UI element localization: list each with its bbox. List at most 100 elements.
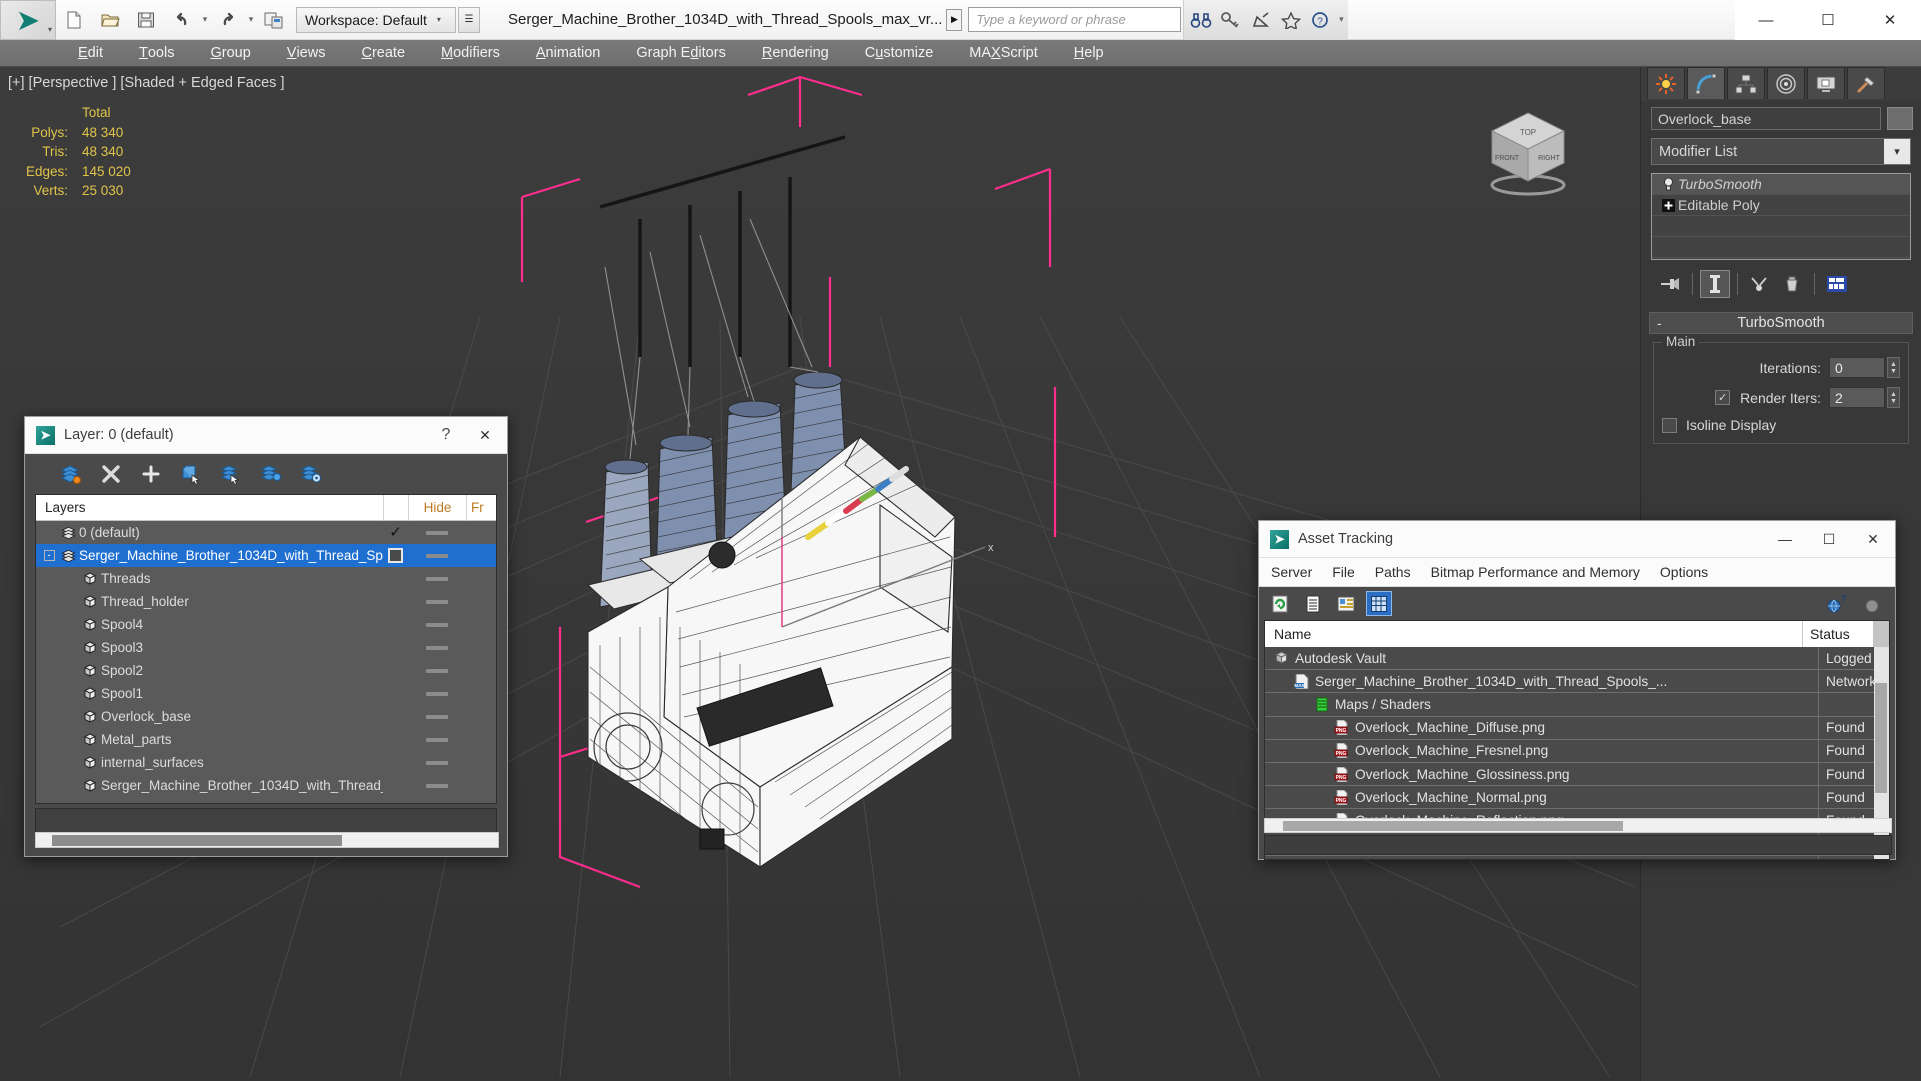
open-file-button[interactable]	[92, 0, 128, 40]
menu-item-edit[interactable]: Edit	[60, 40, 121, 67]
column-header-layers[interactable]: Layers	[36, 500, 383, 515]
asset-close-button[interactable]: ✕	[1851, 521, 1895, 558]
asset-row[interactable]: Autodesk Vault Logged O	[1265, 647, 1889, 671]
menu-item-tools[interactable]: Tools	[121, 40, 192, 67]
layer-grid[interactable]: Layers Hide Fr 0 (default) ✓ - Serger_Machi…	[35, 494, 497, 804]
modifier-stack-item-turbosmooth[interactable]: TurboSmooth	[1652, 174, 1910, 195]
asset-row[interactable]: PNG Overlock_Machine_Fresnel.png Found	[1265, 739, 1889, 763]
viewport-label[interactable]: [+] [Perspective ] [Shaded + Edged Faces…	[8, 75, 284, 91]
render-iters-spinner[interactable]: ▲ ▼	[1887, 387, 1900, 408]
refresh-icon[interactable]	[1267, 591, 1293, 616]
column-header-name[interactable]: Name	[1265, 621, 1803, 647]
add-selection-layer-icon[interactable]	[259, 461, 283, 487]
set-project-folder-button[interactable]	[256, 0, 292, 40]
undo-dropdown-arrow-icon[interactable]: ▾	[200, 0, 210, 40]
utilities-tab[interactable]	[1847, 67, 1885, 99]
highlight-layer-icon[interactable]	[219, 461, 243, 487]
key-icon[interactable]	[1216, 2, 1246, 38]
help-globe-icon[interactable]: ?	[1823, 591, 1849, 616]
scrollbar-thumb[interactable]	[52, 835, 342, 846]
asset-menu-item-server[interactable]: Server	[1259, 558, 1322, 587]
render-iters-checkbox[interactable]: ✓	[1715, 390, 1731, 405]
column-header-status[interactable]: Status	[1803, 621, 1873, 647]
menu-item-create[interactable]: Create	[343, 40, 423, 67]
configure-modifier-sets-button[interactable]	[1822, 270, 1852, 298]
workspace-menu-button[interactable]: ☰	[458, 6, 480, 33]
object-color-swatch[interactable]	[1887, 107, 1913, 130]
help-question-icon[interactable]: ?	[1861, 591, 1887, 616]
modifier-stack[interactable]: TurboSmooth Editable Poly	[1651, 173, 1911, 260]
modifier-stack-item-editablepoly[interactable]: Editable Poly	[1652, 195, 1910, 216]
layer-hide-cell[interactable]	[408, 530, 466, 535]
layer-hide-cell[interactable]	[408, 760, 466, 765]
star-icon[interactable]	[1276, 2, 1306, 38]
select-objects-layer-icon[interactable]	[179, 461, 203, 487]
object-name-field[interactable]: Overlock_base	[1651, 107, 1881, 130]
menu-item-rendering[interactable]: Rendering	[744, 40, 847, 67]
hierarchy-tab[interactable]	[1727, 67, 1765, 99]
workspace-selector[interactable]: Workspace: Default ▾	[296, 6, 456, 33]
layer-settings-icon[interactable]	[299, 461, 323, 487]
expand-collapse-icon[interactable]: -	[41, 550, 57, 561]
rollout-header[interactable]: - TurboSmooth	[1649, 312, 1913, 334]
layer-dialog-close-button[interactable]: ✕	[463, 417, 507, 454]
asset-minimize-button[interactable]: —	[1763, 521, 1807, 558]
layer-hide-cell[interactable]	[408, 576, 466, 581]
layer-hide-cell[interactable]	[408, 645, 466, 650]
iterations-field[interactable]: 0	[1829, 357, 1885, 378]
satellite-dish-icon[interactable]	[1246, 2, 1276, 38]
detail-view-icon[interactable]	[1333, 591, 1359, 616]
asset-row[interactable]: PNG Overlock_Machine_Glossiness.png Found	[1265, 762, 1889, 787]
maximize-button[interactable]: ☐	[1797, 0, 1859, 40]
layer-hide-cell[interactable]	[408, 714, 466, 719]
layer-row[interactable]: Metal_parts	[36, 728, 496, 751]
layer-row[interactable]: Spool2	[36, 659, 496, 682]
redo-dropdown-arrow-icon[interactable]: ▾	[246, 0, 256, 40]
binoculars-icon[interactable]	[1186, 2, 1216, 38]
layer-dialog-help-button[interactable]: ?	[429, 417, 463, 454]
layer-row[interactable]: Spool3	[36, 636, 496, 659]
layer-hide-cell[interactable]	[408, 599, 466, 604]
asset-menu-item-paths[interactable]: Paths	[1365, 558, 1421, 587]
modifier-list-dropdown[interactable]: Modifier List ▾	[1651, 138, 1911, 165]
new-file-button[interactable]	[56, 0, 92, 40]
collapse-icon[interactable]: -	[1657, 315, 1662, 331]
iterations-spinner[interactable]: ▲ ▼	[1887, 357, 1900, 378]
layer-hide-cell[interactable]	[408, 668, 466, 673]
layer-dialog[interactable]: ➤ Layer: 0 (default) ? ✕ Layers Hide Fr …	[24, 416, 508, 857]
layer-row[interactable]: Overlock_base	[36, 705, 496, 728]
layer-row[interactable]: Spool1	[36, 682, 496, 705]
remove-modifier-button[interactable]	[1777, 270, 1807, 298]
delete-x-icon[interactable]	[99, 461, 123, 487]
layer-row[interactable]: - Serger_Machine_Brother_1034D_with_Threa…	[36, 544, 496, 567]
grid-view-icon[interactable]	[1366, 591, 1392, 616]
asset-row[interactable]: PNG Overlock_Machine_Diffuse.png Found	[1265, 716, 1889, 740]
show-end-result-button[interactable]	[1700, 270, 1730, 298]
view-cube[interactable]: TOP FRONT RIGHT	[1474, 97, 1582, 205]
menu-item-modifiers[interactable]: Modifiers	[423, 40, 518, 67]
plus-icon[interactable]	[139, 461, 163, 487]
menu-item-views[interactable]: Views	[269, 40, 344, 67]
layer-row[interactable]: Threads	[36, 567, 496, 590]
save-file-button[interactable]	[128, 0, 164, 40]
isoline-display-checkbox[interactable]	[1662, 417, 1677, 433]
asset-tracking-dialog[interactable]: ➤ Asset Tracking — ☐ ✕ Server File Paths Bi…	[1258, 520, 1896, 860]
create-tab[interactable]	[1647, 67, 1685, 99]
layer-active-cell[interactable]	[383, 548, 408, 563]
layer-active-cell[interactable]: ✓	[383, 525, 408, 540]
redo-button[interactable]	[210, 0, 246, 40]
asset-menu-item-options[interactable]: Options	[1650, 558, 1718, 587]
render-iters-field[interactable]: 2	[1829, 387, 1885, 408]
asset-horizontal-scrollbar[interactable]	[1264, 818, 1892, 833]
help-question-icon[interactable]: ?	[1306, 2, 1336, 38]
motion-tab[interactable]	[1767, 67, 1805, 99]
asset-maximize-button[interactable]: ☐	[1807, 521, 1851, 558]
lightbulb-icon[interactable]	[1658, 177, 1678, 191]
minimize-button[interactable]: —	[1735, 0, 1797, 40]
modify-tab[interactable]	[1687, 67, 1725, 99]
new-layer-icon[interactable]	[59, 461, 83, 487]
layer-hide-cell[interactable]	[408, 553, 466, 558]
chevron-down-icon[interactable]: ▾	[1884, 139, 1910, 164]
menu-item-help[interactable]: Help	[1056, 40, 1122, 67]
layer-hide-cell[interactable]	[408, 691, 466, 696]
